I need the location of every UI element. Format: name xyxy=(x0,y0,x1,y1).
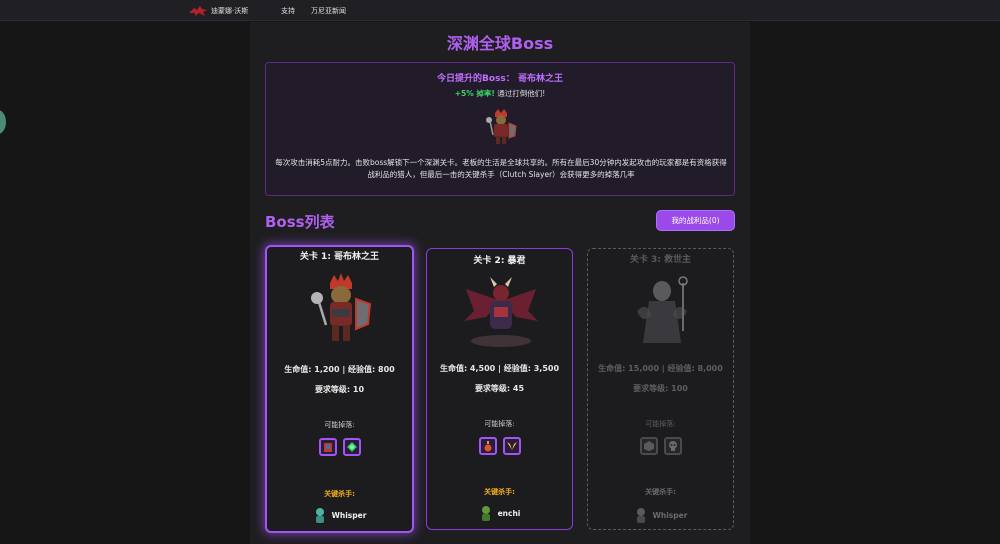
slayer-name: enchi xyxy=(497,508,521,518)
player-avatar-icon xyxy=(315,508,324,523)
clutch-slayer[interactable]: Whisper xyxy=(267,507,412,523)
slayer-name: Whisper xyxy=(331,510,367,520)
goblin-king-portrait xyxy=(311,273,372,341)
boss-stats: 生命值: 15,000 | 经验值: 8,000 xyxy=(598,364,723,373)
boss-title: 关卡 2: 暴君 xyxy=(473,256,526,266)
drop-rate-badge: +5% 掉率! xyxy=(454,89,495,98)
nav-link-news[interactable]: 万尼亚新闻 xyxy=(311,6,346,16)
drop-item-slot[interactable] xyxy=(502,437,521,455)
cube-icon xyxy=(643,441,654,451)
clutch-slayer-label: 关键杀手: xyxy=(324,490,355,498)
page-title: 深渊全球Boss xyxy=(446,34,554,53)
drop-rate-line: +5% 掉率! 通过打倒他们! xyxy=(266,88,734,99)
player-avatar-icon xyxy=(636,508,645,523)
goblin-king-mini-portrait xyxy=(486,109,517,144)
clutch-slayer-label: 关键杀手: xyxy=(484,488,515,496)
boost-line: 今日提升的Boss： 哥布林之王 xyxy=(266,71,734,84)
possible-drops-label: 可能掉落: xyxy=(324,421,355,429)
my-loot-button[interactable]: 我的战利品(0) xyxy=(656,210,735,231)
savior-portrait-locked xyxy=(637,276,688,343)
green-gem-icon xyxy=(346,442,357,452)
boss-title: 关卡 1: 哥布林之王 xyxy=(299,252,380,262)
clutch-slayer-label: 关键杀手: xyxy=(645,488,676,496)
armor-chest-icon xyxy=(323,443,332,452)
tyrant-portrait xyxy=(464,277,538,347)
possible-drops xyxy=(588,437,733,455)
wings-icon xyxy=(506,442,517,450)
boss-card-tyrant[interactable]: 关卡 2: 暴君 生命值: 4,500 | 经验值: 3,500 要求等级: 4… xyxy=(426,248,573,530)
skull-icon xyxy=(668,441,677,451)
drop-item-slot[interactable] xyxy=(318,438,337,456)
drop-item-slot xyxy=(663,437,682,455)
slayer-name: Whisper xyxy=(652,510,688,520)
dragon-logo-icon[interactable] xyxy=(188,4,208,18)
drop-item-slot[interactable] xyxy=(478,437,497,455)
boss-level-requirement: 要求等级: 10 xyxy=(314,385,365,394)
boss-card-goblin-king[interactable]: 关卡 1: 哥布林之王 生命值: 1,200 | 经验值: 800 要求等级: … xyxy=(265,245,414,533)
drop-rate-text: 通过打倒他们! xyxy=(497,89,546,98)
possible-drops-label: 可能掉落: xyxy=(645,420,676,428)
boss-info-panel: 今日提升的Boss： 哥布林之王 +5% 掉率! 通过打倒他们! 每次攻击消耗5… xyxy=(265,62,735,196)
boss-level-requirement: 要求等级: 100 xyxy=(633,384,688,393)
possible-drops-label: 可能掉落: xyxy=(484,420,515,428)
boss-card-savior-locked[interactable]: 关卡 3: 救世主 生命值: 15,000 | 经验值: 8,000 要求等级:… xyxy=(587,248,734,530)
possible-drops xyxy=(427,437,572,455)
drop-item-slot xyxy=(639,437,658,455)
main-content: 深渊全球Boss 今日提升的Boss： 哥布林之王 +5% 掉率! 通过打倒他们… xyxy=(250,22,750,544)
boost-boss-name: 哥布林之王 xyxy=(517,74,563,84)
nav-link-support[interactable]: 支持 xyxy=(281,6,295,16)
clutch-slayer: Whisper xyxy=(588,507,733,523)
fire-potion-icon xyxy=(484,441,491,452)
top-navbar: 迪蒙娜·沃斯 支持 万尼亚新闻 xyxy=(0,0,1000,21)
boost-label: 今日提升的Boss： xyxy=(437,74,515,84)
brand-link[interactable]: 迪蒙娜·沃斯 xyxy=(211,6,248,16)
boss-rules-description: 每次攻击消耗5点耐力。击败boss解锁下一个深渊关卡。老板的生活是全球共享的。所… xyxy=(275,158,727,179)
clutch-slayer[interactable]: enchi xyxy=(427,505,572,521)
boss-level-requirement: 要求等级: 45 xyxy=(474,384,525,393)
boss-list-heading: Boss列表 xyxy=(265,213,335,231)
boss-stats: 生命值: 1,200 | 经验值: 800 xyxy=(284,365,395,374)
boss-title: 关卡 3: 救世主 xyxy=(629,255,692,265)
boss-stats: 生命值: 4,500 | 经验值: 3,500 xyxy=(439,364,560,373)
drop-item-slot[interactable] xyxy=(342,438,361,456)
side-chat-bubble[interactable] xyxy=(0,110,6,134)
possible-drops xyxy=(267,438,412,456)
player-avatar-icon xyxy=(481,506,490,521)
